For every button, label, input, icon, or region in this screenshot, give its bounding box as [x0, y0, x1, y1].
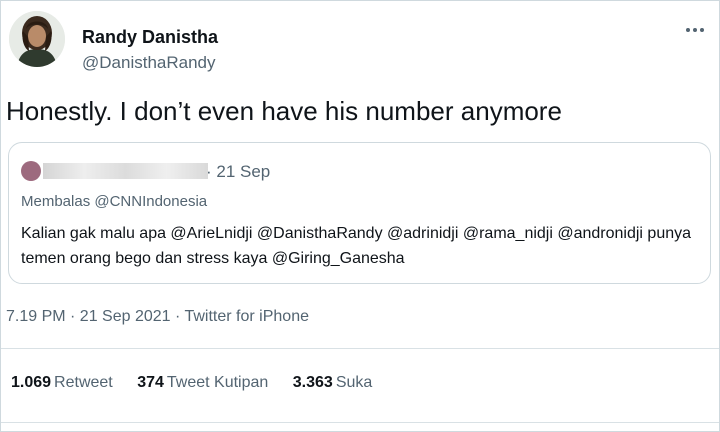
author-handle[interactable]: @DanisthaRandy: [82, 53, 216, 73]
retweets-count: 1.069: [11, 374, 52, 391]
likes-label: Suka: [335, 374, 373, 391]
author-avatar[interactable]: [9, 11, 65, 67]
divider: [1, 422, 719, 423]
quoted-author-name-redacted: [43, 163, 208, 179]
more-horizontal-icon[interactable]: [683, 21, 707, 39]
tweet-header: Randy Danistha @DanisthaRandy: [9, 11, 711, 73]
likes-count: 3.363: [292, 374, 333, 391]
quoted-author-avatar: [21, 161, 41, 181]
likes-stat[interactable]: 3.363 Suka: [293, 374, 373, 392]
divider: [1, 348, 719, 349]
quoted-tweet[interactable]: · 21 Sep Membalas @CNNIndonesia Kalian g…: [8, 142, 711, 284]
tweet-card: Randy Danistha @DanisthaRandy Honestly. …: [0, 0, 720, 432]
tweet-timestamp[interactable]: 7.19 PM · 21 Sep 2021 · Twitter for iPho…: [6, 308, 309, 326]
quotes-stat[interactable]: 374 Tweet Kutipan: [137, 374, 268, 392]
quoted-text: Kalian gak malu apa @ArieLnidji @Danisth…: [21, 225, 692, 267]
quoted-date: · 21 Sep: [206, 162, 271, 181]
quoted-reply-to: Membalas @CNNIndonesia: [21, 193, 208, 210]
retweets-stat[interactable]: 1.069 Retweet: [11, 374, 113, 392]
author-name[interactable]: Randy Danistha: [82, 27, 218, 48]
tweet-stats: 1.069 Retweet 374 Tweet Kutipan 3.363 Suka: [11, 374, 392, 392]
quotes-count: 374: [137, 374, 164, 391]
retweets-label: Retweet: [54, 374, 113, 391]
tweet-text: Honestly. I don’t even have his number a…: [6, 96, 562, 126]
quotes-label: Tweet Kutipan: [166, 374, 269, 391]
